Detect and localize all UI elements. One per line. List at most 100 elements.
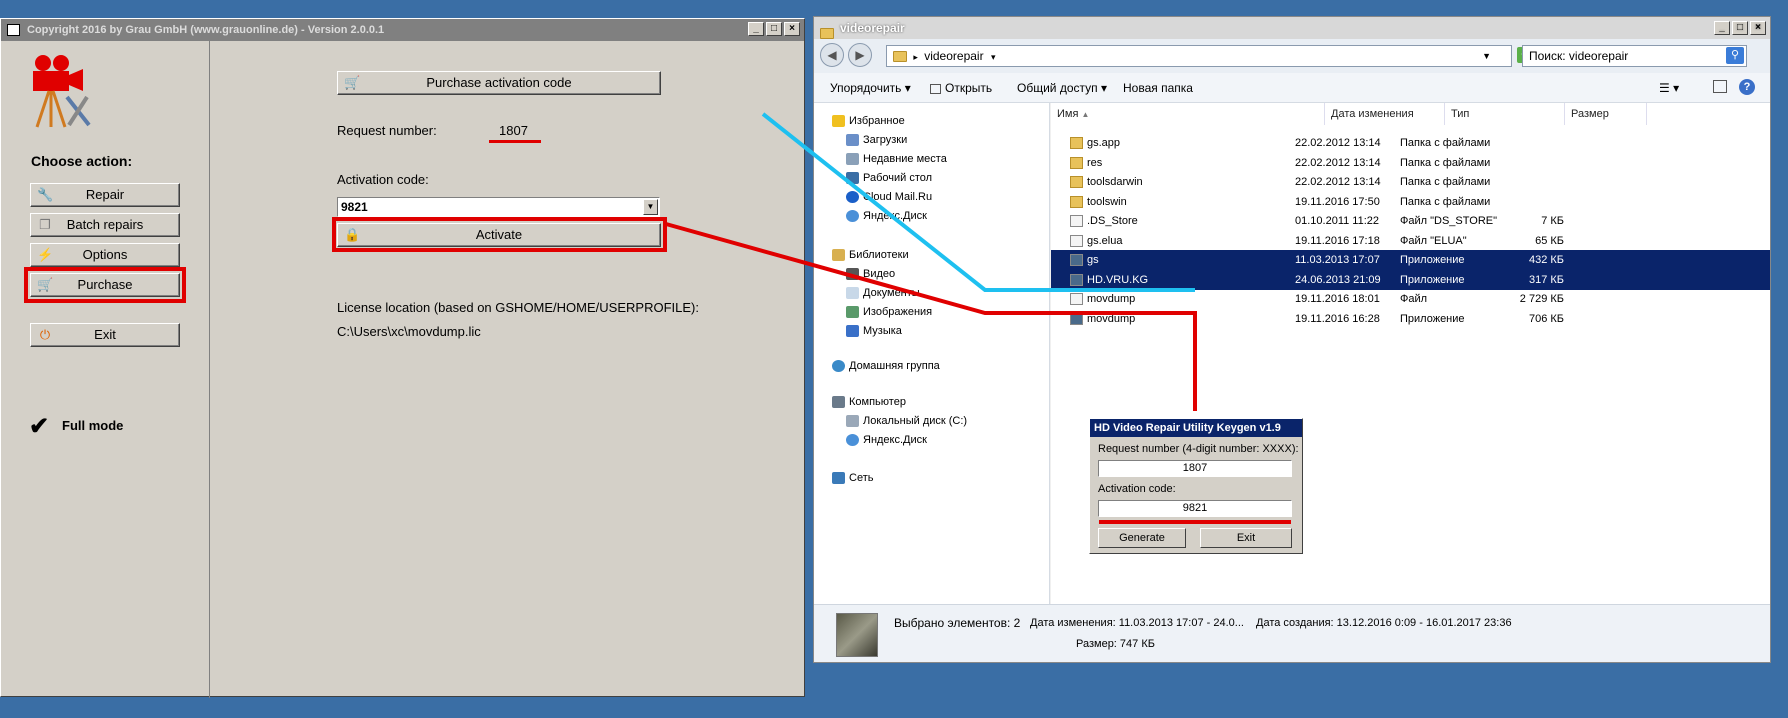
view-options-icon[interactable]: ☰ ▾ [1659,81,1679,95]
nav-item-desktop[interactable]: Рабочий стол [846,172,932,185]
file-row[interactable]: movdump 19.11.2016 16:28 Приложение 706 КБ [1051,309,1770,329]
command-toolbar: Упорядочить ▾ Открыть Общий доступ ▾ Нов… [814,73,1770,103]
nav-libraries[interactable]: Библиотеки [832,249,909,262]
keygen-request-input[interactable]: 1807 [1098,460,1292,477]
close-button[interactable]: × [784,22,800,36]
homegroup-icon [832,360,845,373]
navigation-bar: ◀ ▶ ▸ videorepair ▾ ▼ ⟳ Поиск: videorepa… [814,39,1770,73]
repair-label: Repair [85,187,125,202]
file-row[interactable]: .DS_Store 01.10.2011 11:22 Файл "DS_STORE"… [1051,211,1770,231]
file-date: 11.03.2013 17:07 [1295,254,1380,266]
nav-item-video[interactable]: Видео [846,268,895,281]
search-placeholder: Поиск: videorepair [1529,49,1629,63]
file-type: Файл "ELUA" [1400,234,1467,247]
app-icon [1070,273,1083,286]
music-icon [846,325,859,338]
chevron-down-icon[interactable]: ▼ [643,199,658,215]
forward-arrow-icon[interactable]: ▶ [848,43,872,67]
search-input[interactable]: Поиск: videorepair ⚲ [1522,45,1747,67]
nav-item-downloads[interactable]: Загрузки [846,134,907,147]
file-name: HD.VRU.KG [1087,273,1149,286]
file-row[interactable]: toolswin 19.11.2016 17:50 Папка с файлами [1051,192,1770,212]
nav-homegroup[interactable]: Домашняя группа [832,360,940,373]
keygen-activation-label: Activation code: [1098,483,1176,495]
repair-button[interactable]: 🔧 Repair [30,183,180,207]
nav-item-yandex-disk[interactable]: Яндекс.Диск [846,434,927,447]
explorer-title: videorepair [840,21,905,35]
app-window-icon [7,24,20,36]
file-row[interactable]: gs 11.03.2013 17:07 Приложение 432 КБ [1051,250,1770,270]
preview-pane-icon[interactable] [1713,80,1727,93]
open-button[interactable]: Открыть [930,81,992,95]
nav-favorites[interactable]: Избранное [832,115,905,128]
file-size: 7 КБ [1541,215,1564,227]
column-name[interactable]: Имя ▲ [1051,103,1325,125]
file-name: gs.app [1087,137,1121,149]
recent-places-icon [846,153,859,166]
file-type: Приложение [1400,254,1465,266]
file-icon [1070,234,1083,247]
column-size[interactable]: Размер [1565,103,1647,125]
batch-repairs-button[interactable]: ❐ Batch repairs [30,213,180,237]
exit-button[interactable]: ⏻ Exit [30,323,180,347]
minimize-button[interactable]: _ [1714,21,1730,35]
activation-code-combobox[interactable]: 9821 ▼ [337,197,660,217]
dropdown-arrow-icon[interactable]: ▼ [1482,46,1491,66]
share-menu[interactable]: Общий доступ ▾ [1017,81,1107,95]
file-size: 432 КБ [1528,254,1564,266]
cloud-icon [846,191,859,204]
maximize-button[interactable]: □ [766,22,782,36]
file-icon [1070,293,1083,305]
star-icon [832,115,845,128]
generate-button[interactable]: Generate [1098,528,1186,548]
purchase-activation-code-button[interactable]: 🛒 Purchase activation code [337,71,661,95]
nav-network[interactable]: Сеть [832,472,873,485]
close-button[interactable]: × [1750,21,1766,35]
keygen-activation-output[interactable]: 9821 [1098,500,1292,517]
file-row[interactable]: res 22.02.2012 13:14 Папка с файлами [1051,153,1770,173]
back-arrow-icon[interactable]: ◀ [820,43,844,67]
folder-icon [1070,156,1083,169]
created-range: Дата создания: 13.12.2016 0:09 - 16.01.2… [1256,617,1512,629]
nav-item-yandex[interactable]: Яндекс.Диск [846,210,927,223]
nav-item-images[interactable]: Изображения [846,306,932,319]
file-row[interactable]: HD.VRU.KG 24.06.2013 21:09 Приложение 317 К… [1051,269,1770,290]
keygen-exit-button[interactable]: Exit [1200,528,1292,548]
file-date: 19.11.2016 17:50 [1295,195,1380,208]
nav-item-documents[interactable]: Документы [846,287,920,300]
request-number-value: 1807 [499,123,528,138]
selection-size: Размер: 747 КБ [1076,638,1155,650]
address-bar[interactable]: ▸ videorepair ▾ ▼ ⟳ [886,45,1535,67]
minimize-button[interactable]: _ [748,22,764,36]
file-row[interactable]: gs.elua 19.11.2016 17:18 Файл "ELUA" 65 КБ [1051,231,1770,251]
nav-item-recent[interactable]: Недавние места [846,153,947,166]
navigation-pane: Избранное Загрузки Недавние места Рабочи… [814,103,1050,604]
help-icon[interactable]: ? [1739,79,1755,95]
nav-computer[interactable]: Компьютер [832,396,906,409]
nav-item-cloud[interactable]: Cloud Mail.Ru [846,191,932,204]
full-mode-label: Full mode [62,418,124,433]
nav-item-music[interactable]: Музыка [846,325,902,338]
search-icon[interactable]: ⚲ [1726,47,1744,64]
license-path: C:\Users\xc\movdump.lic [337,324,481,339]
file-row[interactable]: gs.app 22.02.2012 13:14 Папка с файлами [1051,133,1770,153]
file-row[interactable]: toolsdarwin 22.02.2012 13:14 Папка с файла… [1051,172,1770,192]
column-date[interactable]: Дата изменения [1325,103,1445,125]
new-folder-button[interactable]: Новая папка [1123,81,1193,95]
file-row[interactable]: movdump 19.11.2016 18:01 Файл 2 729 КБ [1051,289,1770,309]
keygen-request-label: Request number (4-digit number: XXXX): [1098,443,1299,455]
desktop-icon [846,172,859,185]
file-name: gs [1087,254,1099,266]
nav-item-local-disk[interactable]: Локальный диск (C:) [846,415,967,428]
file-date: 19.11.2016 18:01 [1295,293,1380,305]
file-name: .DS_Store [1087,215,1138,227]
options-label: Options [82,247,128,262]
organize-menu[interactable]: Упорядочить ▾ [830,81,911,95]
folder-icon [1070,195,1083,208]
folder-icon [893,51,907,63]
options-button[interactable]: ⚡ Options [30,243,180,267]
request-number-label: Request number: [337,123,437,138]
maximize-button[interactable]: □ [1732,21,1748,35]
column-type[interactable]: Тип [1445,103,1565,125]
selected-count: Выбрано элементов: 2 [894,616,1021,630]
